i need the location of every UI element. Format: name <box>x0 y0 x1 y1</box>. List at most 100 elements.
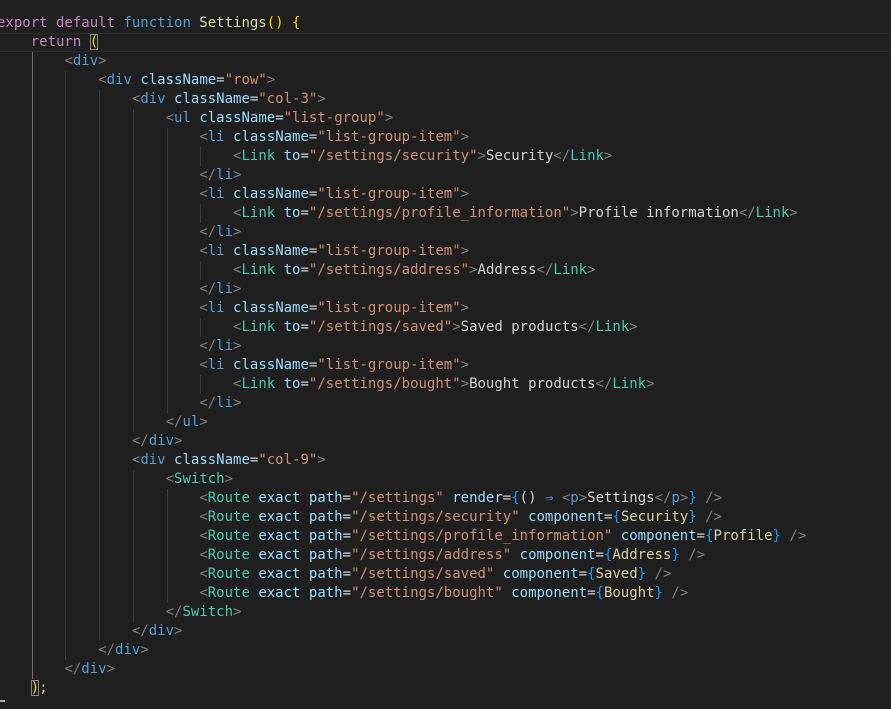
code-token: Saved <box>595 566 638 582</box>
code-token: ( <box>89 34 99 50</box>
code-token: </ <box>199 338 217 354</box>
code-line[interactable]: </div> <box>0 622 891 641</box>
code-token: > <box>140 642 149 658</box>
code-line[interactable]: <Link to="/settings/bought">Bought produ… <box>0 375 891 394</box>
code-line[interactable]: </li> <box>0 337 891 356</box>
indent-guide <box>132 318 134 337</box>
code-line[interactable]: export default function Settings() { <box>0 14 891 33</box>
code-token: > <box>199 414 208 430</box>
code-line[interactable]: <div> <box>0 52 891 71</box>
code-line[interactable]: </Switch> <box>0 603 891 622</box>
code-line[interactable]: return ( <box>0 33 891 52</box>
code-line[interactable]: <Link to="/settings/saved">Saved product… <box>0 318 891 337</box>
code-token: Link <box>612 376 647 392</box>
code-line[interactable]: <li className="list-group-item"> <box>0 242 891 261</box>
code-line[interactable]: <li className="list-group-item"> <box>0 356 891 375</box>
indent-guide <box>65 622 67 641</box>
code-line[interactable]: <Link to="/settings/profile_information"… <box>0 204 891 223</box>
code-token: Route <box>207 528 259 544</box>
code-token: Link <box>570 148 604 164</box>
code-token: className <box>233 300 309 316</box>
code-token: render <box>452 490 503 506</box>
code-line[interactable]: </div> <box>0 641 891 660</box>
code-token: > <box>233 338 242 354</box>
indent-guide <box>166 546 168 565</box>
code-token: < <box>199 490 208 506</box>
code-token: "list-group-item" <box>317 186 461 202</box>
code-token: div <box>106 72 141 88</box>
indent-guide <box>200 147 202 166</box>
code-line[interactable]: <div className="col-3"> <box>0 90 891 109</box>
code-line[interactable]: <div className="row"> <box>0 71 891 90</box>
indent-guide <box>132 565 134 584</box>
indent-guide <box>132 147 134 166</box>
indent-guide <box>31 413 33 432</box>
code-line[interactable]: </div> <box>0 660 891 679</box>
code-token: = <box>216 72 225 88</box>
code-line[interactable]: </li> <box>0 166 891 185</box>
indent-guide <box>132 109 134 128</box>
code-token: < <box>199 528 208 544</box>
indent-guide <box>166 147 168 166</box>
code-line[interactable]: </li> <box>0 223 891 242</box>
code-line[interactable]: <li className="list-group-item"> <box>0 185 891 204</box>
code-token: "/settings/address" <box>351 547 520 563</box>
code-line[interactable]: <div className="col-9"> <box>0 451 891 470</box>
indent-guide <box>31 356 33 375</box>
code-line[interactable]: <Route exact path="/settings/bought" com… <box>0 584 891 603</box>
indent-guide <box>132 280 134 299</box>
code-line[interactable]: ); <box>0 679 891 698</box>
code-token: ul <box>182 414 200 430</box>
code-token: </ <box>578 319 596 335</box>
code-line[interactable]: </ul> <box>0 413 891 432</box>
code-line[interactable]: <li className="list-group-item"> <box>0 299 891 318</box>
code-line[interactable]: <Switch> <box>0 470 891 489</box>
code-token: p <box>671 490 680 506</box>
code-token: "list-group" <box>283 110 385 126</box>
code-line[interactable]: <Route exact path="/settings/profile_inf… <box>0 527 891 546</box>
code-line[interactable]: <Route exact path="/settings/address" co… <box>0 546 891 565</box>
code-token: > <box>477 148 486 164</box>
indent-guide <box>65 261 67 280</box>
indent-guide <box>132 128 134 147</box>
code-line[interactable]: </li> <box>0 394 891 413</box>
code-line[interactable]: </div> <box>0 432 891 451</box>
code-token: </ <box>199 224 217 240</box>
code-token: > <box>469 262 478 278</box>
code-token: Link <box>755 205 790 221</box>
code-line[interactable]: <Route exact path="/settings/saved" comp… <box>0 565 891 584</box>
code-line[interactable]: <Link to="/settings/security">Security</… <box>0 147 891 166</box>
indent-guide <box>31 432 33 451</box>
code-token: } <box>688 490 697 506</box>
indent-guide <box>132 261 134 280</box>
code-token: </ <box>131 433 149 449</box>
code-editor[interactable]: export default function Settings() {retu… <box>0 14 891 698</box>
indent-guide <box>65 147 67 166</box>
code-token: "col-9" <box>258 452 318 468</box>
indent-guide <box>166 375 168 394</box>
code-token: > <box>587 262 596 278</box>
code-line[interactable]: <Route exact path="/settings" render={()… <box>0 489 891 508</box>
indent-guide <box>132 603 134 622</box>
code-line[interactable]: <ul className="list-group"> <box>0 109 891 128</box>
code-token: component <box>528 509 604 525</box>
code-token: Security <box>485 148 554 164</box>
indent-guide <box>99 451 101 470</box>
indent-guide <box>132 299 134 318</box>
code-token: { <box>511 490 520 506</box>
code-token: = <box>342 528 352 544</box>
indent-guide <box>65 318 67 337</box>
code-line[interactable]: </li> <box>0 280 891 299</box>
code-line[interactable]: <Link to="/settings/address">Address</Li… <box>0 261 891 280</box>
indent-guide <box>166 565 168 584</box>
code-line[interactable]: <li className="list-group-item"> <box>0 128 891 147</box>
indent-guide <box>31 622 33 641</box>
indent-guide <box>166 128 168 147</box>
code-token: </ <box>595 376 613 392</box>
code-token: className <box>199 110 276 126</box>
code-token: div <box>81 661 107 677</box>
indent-guide <box>166 223 168 242</box>
code-token: > <box>106 661 116 677</box>
code-line[interactable]: <Route exact path="/settings/security" c… <box>0 508 891 527</box>
code-token: > <box>460 300 470 316</box>
